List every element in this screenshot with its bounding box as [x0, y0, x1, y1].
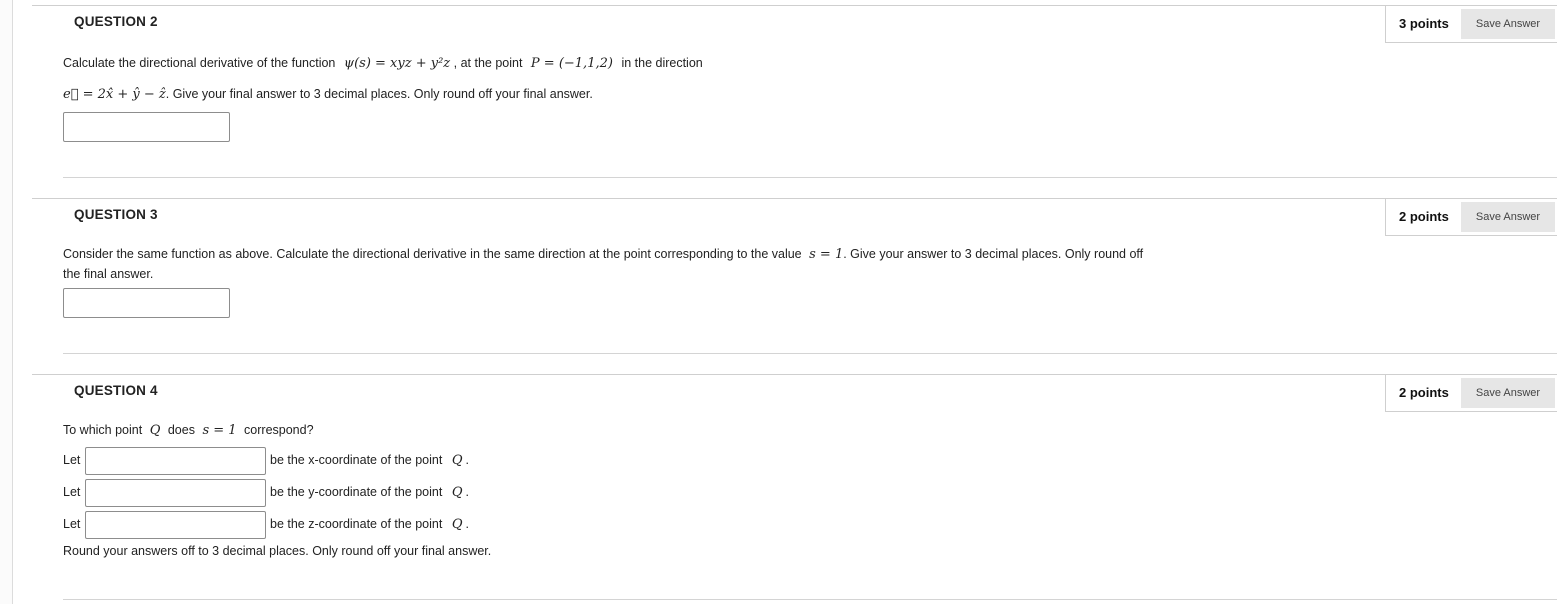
x-coordinate-input[interactable] [85, 447, 266, 475]
question-2-text-post: in the direction [621, 56, 703, 70]
question-4-title: QUESTION 4 [74, 383, 158, 398]
question-2-points-box: 3 points Save Answer [1385, 5, 1557, 43]
question-4-header: QUESTION 4 [32, 374, 1402, 415]
question-2-save-answer-button[interactable]: Save Answer [1461, 9, 1555, 39]
question-4-let-x: Let [63, 453, 81, 467]
x-coordinate-q: Q [451, 453, 463, 468]
x-coordinate-period: . [465, 453, 469, 467]
question-2-answer-input[interactable] [63, 112, 230, 142]
x-coordinate-label: be the x-coordinate of the point Q. [270, 453, 469, 468]
z-coordinate-label: be the z-coordinate of the point Q. [270, 517, 469, 532]
y-coordinate-period: . [465, 485, 469, 499]
z-coordinate-text: be the z-coordinate of the point [270, 517, 443, 531]
question-3-answer-input[interactable] [63, 288, 230, 318]
question-3-header: QUESTION 3 [32, 198, 1402, 239]
y-coordinate-input[interactable] [85, 479, 266, 507]
y-coordinate-q: Q [451, 485, 463, 500]
question-2-instructions: . Give your final answer to 3 decimal pl… [165, 87, 593, 101]
question-2-header: QUESTION 2 [32, 5, 1402, 46]
question-4-prompt-post: correspond? [244, 423, 314, 437]
question-3-title: QUESTION 3 [74, 207, 158, 222]
question-4-divider [63, 599, 1557, 600]
question-3-text-line-2: the final answer. [63, 267, 154, 281]
question-4-points-box: 2 points Save Answer [1385, 374, 1557, 412]
z-coordinate-q: Q [451, 517, 463, 532]
question-3-points-box: 2 points Save Answer [1385, 198, 1557, 236]
question-2-text-line-1: Calculate the directional derivative of … [63, 56, 703, 71]
question-4-let-y: Let [63, 485, 81, 499]
question-4-footer: Round your answers off to 3 decimal plac… [63, 544, 492, 558]
x-coordinate-text: be the x-coordinate of the point [270, 453, 443, 467]
question-3-equation: s = 1 [809, 247, 844, 262]
question-4-equation: s = 1 [202, 423, 237, 438]
question-4-save-answer-button[interactable]: Save Answer [1461, 378, 1555, 408]
question-3-points: 2 points [1399, 209, 1449, 224]
question-2-direction-vector: e⃗ = 2x̂ + ŷ − ẑ [63, 87, 166, 102]
question-4-points: 2 points [1399, 385, 1449, 400]
left-rail [0, 0, 13, 604]
y-coordinate-text: be the y-coordinate of the point [270, 485, 443, 499]
question-3-text-line-1: Consider the same function as above. Cal… [63, 247, 1143, 262]
question-3-save-answer-button[interactable]: Save Answer [1461, 202, 1555, 232]
question-3-text-post: . Give your answer to 3 decimal places. … [843, 247, 1144, 261]
question-4-prompt-pre: To which point [63, 423, 143, 437]
question-4-point-q: Q [149, 423, 161, 438]
question-4-let-z: Let [63, 517, 81, 531]
question-3-text-pre: Consider the same function as above. Cal… [63, 247, 802, 261]
y-coordinate-label: be the y-coordinate of the point Q. [270, 485, 469, 500]
question-4-prompt: To which point Q does s = 1 correspond? [63, 423, 314, 438]
question-2-title: QUESTION 2 [74, 14, 158, 29]
question-2-text-pre: Calculate the directional derivative of … [63, 56, 336, 70]
question-2-function: ψ(s) = xyz + y²z [343, 56, 451, 71]
question-2-text-line-2: e⃗ = 2x̂ + ŷ − ẑ. Give your final answer… [63, 87, 593, 102]
question-2-text-mid: , at the point [453, 56, 523, 70]
question-4-prompt-mid: does [167, 423, 195, 437]
question-2-points: 3 points [1399, 16, 1449, 31]
question-2-point: P = (−1,1,2) [530, 56, 613, 71]
question-2-divider [63, 177, 1557, 178]
z-coordinate-period: . [465, 517, 469, 531]
z-coordinate-input[interactable] [85, 511, 266, 539]
question-3-divider [63, 353, 1557, 354]
